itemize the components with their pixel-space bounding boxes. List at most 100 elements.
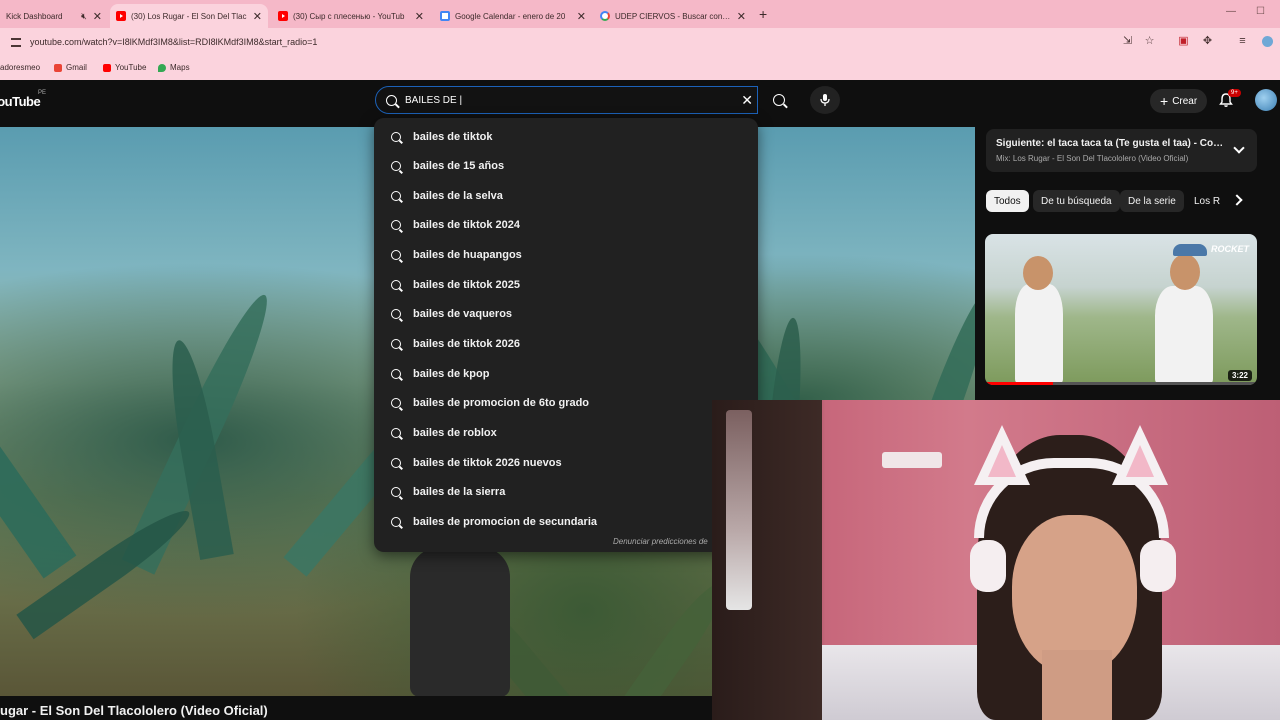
search-suggestion[interactable]: bailes de vaqueros xyxy=(374,300,758,329)
minimize-icon[interactable]: — xyxy=(1226,6,1236,17)
search-suggestion[interactable]: bailes de tiktok 2024 xyxy=(374,211,758,240)
youtube-logo[interactable]: YouTube xyxy=(0,94,41,109)
tab-kick-dashboard[interactable]: Kick Dashboard 🔇︎ ✕ xyxy=(0,4,108,28)
close-tab-icon[interactable]: ✕ xyxy=(93,10,102,23)
region-code: PE xyxy=(38,90,47,96)
tab-youtube-cheese[interactable]: (30) Сыр с плесенью - YouTub ✕ xyxy=(272,4,430,28)
media-control-icon[interactable]: ≡ xyxy=(1237,36,1248,47)
suggestion-text: bailes de roblox xyxy=(413,427,497,439)
bookmark-label: Gmail xyxy=(66,63,87,72)
suggestion-text: bailes de kpop xyxy=(413,367,490,380)
bookmark-maps[interactable]: Maps xyxy=(158,63,190,72)
suggestion-text: bailes de 15 años xyxy=(413,160,505,173)
search-icon xyxy=(391,428,401,438)
bookmark-star-icon[interactable]: ☆ xyxy=(1144,36,1155,47)
search-icon xyxy=(391,309,401,320)
clear-search-icon[interactable]: ✕ xyxy=(741,93,753,107)
address-bar: youtube.com/watch?v=I8lKMdf3IM8&list=RDI… xyxy=(0,28,1280,58)
search-icon xyxy=(391,457,401,468)
profile-avatar[interactable] xyxy=(1262,36,1273,47)
plus-icon: + xyxy=(1160,93,1169,109)
chip-de-la-serie[interactable]: De la serie xyxy=(1120,190,1184,212)
suggestion-text: bailes de tiktok 2026 xyxy=(413,338,520,351)
search-suggestion[interactable]: bailes de huapangos xyxy=(374,241,758,270)
tab-udep-search[interactable]: UDEP CIERVOS - Buscar con Go ✕ xyxy=(594,4,752,28)
microphone-icon xyxy=(820,94,830,106)
search-button[interactable] xyxy=(758,86,800,114)
bookmark-label: adoresmeo xyxy=(0,63,41,72)
search-suggestion[interactable]: bailes de la selva xyxy=(374,181,758,210)
search-icon xyxy=(391,368,401,379)
search-icon xyxy=(391,220,401,231)
suggestion-text: bailes de tiktok 2024 xyxy=(413,219,520,232)
search-suggestion[interactable]: bailes de promocion de 6to grado xyxy=(374,389,758,418)
search-box[interactable]: ✕ xyxy=(375,86,758,114)
chevron-down-icon[interactable] xyxy=(1233,142,1245,154)
url-field[interactable]: youtube.com/watch?v=I8lKMdf3IM8&list=RDI… xyxy=(30,37,317,47)
maps-icon xyxy=(158,63,166,72)
chip-de-tu-busqueda[interactable]: De tu búsqueda xyxy=(1033,190,1120,212)
search-input[interactable] xyxy=(405,94,725,106)
tab-title: Google Calendar - enero de 20 xyxy=(455,11,566,21)
close-tab-icon[interactable]: ✕ xyxy=(577,10,586,23)
search-suggestion[interactable]: bailes de tiktok 2025 xyxy=(374,270,758,299)
video-title: ugar - El Son Del Tlacololero (Video Ofi… xyxy=(0,703,268,718)
close-tab-icon[interactable]: ✕ xyxy=(415,10,424,23)
tab-los-rugar[interactable]: (30) Los Rugar - El Son Del Tlac ✕ xyxy=(110,4,268,28)
close-tab-icon[interactable]: ✕ xyxy=(253,10,262,23)
tab-google-calendar[interactable]: Google Calendar - enero de 20 ✕ xyxy=(434,4,592,28)
up-next-subtitle: Mix: Los Rugar - El Son Del Tlacololero … xyxy=(996,154,1189,163)
up-next-title: Siguiente: el taca taca ta (Te gusta el … xyxy=(996,138,1224,149)
search-suggestion[interactable]: bailes de tiktok 2026 nuevos xyxy=(374,448,758,477)
search-suggestion[interactable]: bailes de promocion de secundaria xyxy=(374,507,758,536)
search-suggestion[interactable]: bailes de 15 años xyxy=(374,152,758,181)
gmail-icon xyxy=(54,63,62,72)
browser-tab-bar: Kick Dashboard 🔇︎ ✕ (30) Los Rugar - El … xyxy=(0,0,1280,28)
tab-title: UDEP CIERVOS - Buscar con Go xyxy=(615,11,731,21)
search-suggestion[interactable]: bailes de kpop xyxy=(374,359,758,388)
suggestion-text: bailes de la sierra xyxy=(413,486,506,499)
bookmark-youtube[interactable]: YouTube xyxy=(103,63,146,72)
create-button[interactable]: + Crear xyxy=(1150,89,1208,113)
search-suggestion[interactable]: bailes de la sierra xyxy=(374,478,758,507)
chip-todos[interactable]: Todos xyxy=(986,190,1029,212)
watch-progress-bar xyxy=(985,382,1257,385)
youtube-icon xyxy=(103,63,111,72)
new-tab-button[interactable]: + xyxy=(759,6,767,22)
create-label: Crear xyxy=(1172,95,1198,107)
extension-pdf-icon[interactable]: ▣ xyxy=(1178,36,1189,47)
site-info-icon[interactable] xyxy=(11,38,21,47)
search-icon xyxy=(391,398,401,409)
search-icon xyxy=(391,190,401,201)
bookmark-gmail[interactable]: Gmail xyxy=(54,63,87,72)
suggestion-text: bailes de la selva xyxy=(413,189,503,202)
maximize-icon[interactable]: ☐ xyxy=(1256,6,1265,17)
youtube-icon xyxy=(116,11,126,21)
muted-icon[interactable]: 🔇︎ xyxy=(81,11,87,22)
chevron-right-icon[interactable] xyxy=(1231,194,1243,206)
up-next-card[interactable]: Siguiente: el taca taca ta (Te gusta el … xyxy=(986,129,1257,172)
search-suggestion[interactable]: bailes de tiktok xyxy=(374,122,758,151)
bookmark-item[interactable]: adoresmeo xyxy=(0,63,40,72)
search-icon xyxy=(773,94,785,106)
search-icon xyxy=(391,339,401,350)
search-suggestion[interactable]: bailes de roblox xyxy=(374,419,758,448)
close-tab-icon[interactable]: ✕ xyxy=(737,10,746,23)
youtube-header: YouTube PE ✕ + Crear 9+ xyxy=(0,80,1280,122)
suggestion-text: bailes de tiktok 2026 nuevos xyxy=(413,456,562,469)
search-icon xyxy=(391,250,401,261)
chip-los-r[interactable]: Los R xyxy=(1186,190,1222,212)
search-suggestion[interactable]: bailes de tiktok 2026 xyxy=(374,330,758,359)
extensions-puzzle-icon[interactable]: ✥ xyxy=(1202,36,1213,47)
install-app-icon[interactable]: ⇲ xyxy=(1122,36,1133,47)
voice-search-button[interactable] xyxy=(810,86,840,114)
video-thumbnail[interactable]: ROCKET 3:22 xyxy=(985,234,1257,385)
search-icon xyxy=(386,94,397,106)
suggestion-text: bailes de vaqueros xyxy=(413,308,513,321)
search-suggestions-dropdown: bailes de tiktok bailes de 15 años bailes … xyxy=(374,118,758,552)
suggestion-text: bailes de promocion de 6to grado xyxy=(413,397,590,410)
webcam-overlay xyxy=(712,400,1280,720)
suggestion-text: bailes de tiktok xyxy=(413,130,493,143)
report-predictions-link[interactable]: Denunciar predicciones de xyxy=(613,537,708,546)
account-avatar[interactable] xyxy=(1255,89,1277,111)
